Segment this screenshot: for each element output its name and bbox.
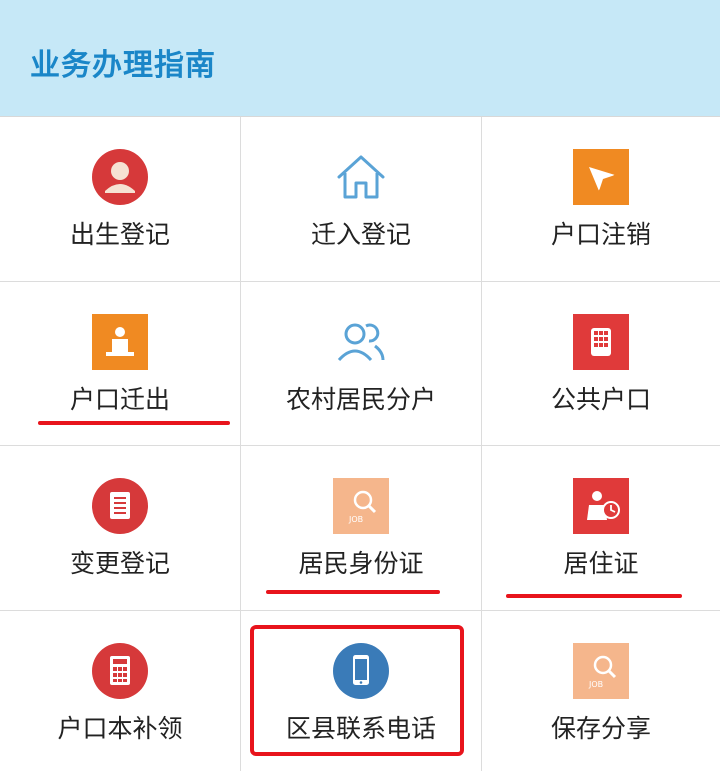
keypad-icon	[573, 314, 629, 370]
service-item-household-cancellation[interactable]: 户口注销	[482, 117, 720, 282]
home-icon	[333, 149, 389, 205]
service-item-change-registration[interactable]: 变更登记	[0, 446, 241, 611]
service-label: 保存分享	[550, 714, 651, 743]
person-avatar-icon	[92, 149, 148, 205]
service-label: 户口本补领	[57, 714, 183, 743]
job-search-icon: JOB	[573, 643, 629, 699]
people-icon	[333, 314, 389, 370]
service-label: 变更登记	[69, 549, 170, 578]
annotation-underline-move-out	[38, 421, 230, 425]
service-label: 户口注销	[550, 220, 651, 249]
job-search-icon: JOB	[333, 478, 389, 534]
service-label: 户口迁出	[69, 385, 170, 414]
service-label: 迁入登记	[310, 220, 411, 249]
calculator-icon	[92, 643, 148, 699]
service-item-public-household[interactable]: 公共户口	[482, 282, 720, 446]
page-title: 业务办理指南	[30, 48, 216, 83]
annotation-box-district-contact-phone	[250, 625, 464, 756]
job-icon-text: JOB	[348, 515, 363, 524]
person-clock-icon	[573, 478, 629, 534]
service-item-household-book-reissue[interactable]: 户口本补领	[0, 611, 241, 771]
mover-person-icon	[92, 314, 148, 370]
service-item-save-share[interactable]: JOB 保存分享	[482, 611, 720, 771]
service-label: 居民身份证	[298, 549, 424, 578]
annotation-underline-id-card	[266, 590, 440, 594]
paper-plane-icon	[573, 149, 629, 205]
service-label: 居住证	[563, 549, 639, 578]
document-icon	[92, 478, 148, 534]
service-label: 出生登记	[69, 220, 170, 249]
service-item-rural-household-split[interactable]: 农村居民分户	[241, 282, 482, 446]
service-item-birth-registration[interactable]: 出生登记	[0, 117, 241, 282]
service-item-residence-permit[interactable]: 居住证	[482, 446, 720, 611]
header-bar: 业务办理指南	[0, 0, 720, 116]
service-label: 公共户口	[550, 385, 651, 414]
service-label: 农村居民分户	[285, 385, 436, 414]
job-icon-text: JOB	[588, 680, 603, 689]
service-item-move-in-registration[interactable]: 迁入登记	[241, 117, 482, 282]
service-item-id-card[interactable]: JOB 居民身份证	[241, 446, 482, 611]
annotation-underline-residence-permit	[506, 594, 682, 598]
